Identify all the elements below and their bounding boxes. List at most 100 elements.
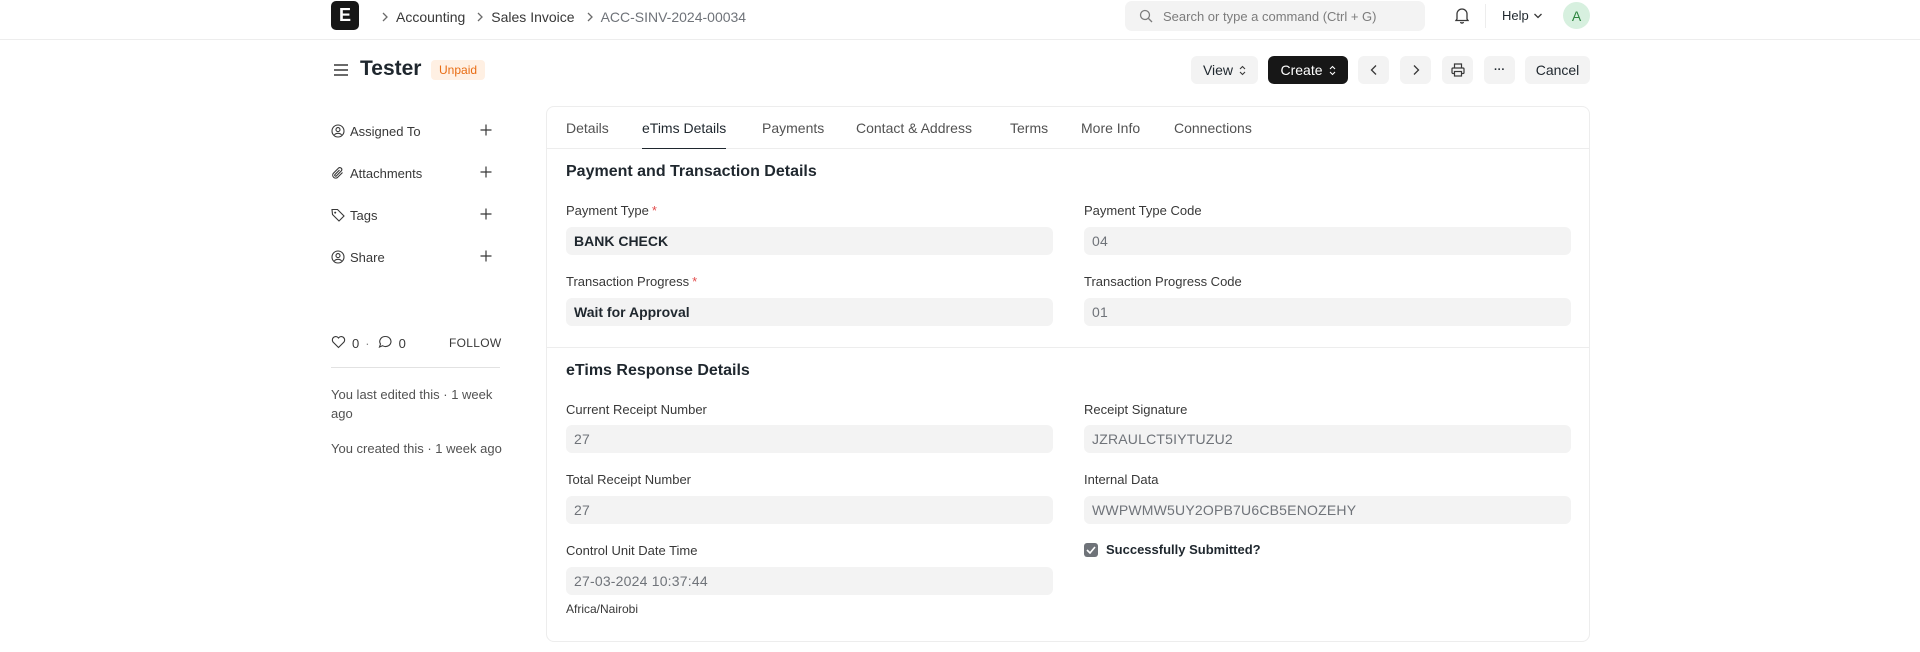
activity-last-edited: You last edited this · 1 week ago bbox=[331, 387, 493, 421]
comment-icon[interactable] bbox=[378, 335, 393, 352]
required-mark: * bbox=[651, 203, 657, 218]
hamburger-menu-icon[interactable] bbox=[333, 62, 349, 81]
tab-more-info[interactable]: More Info bbox=[1081, 120, 1140, 149]
add-attachment-icon[interactable] bbox=[478, 164, 494, 180]
cancel-button-label: Cancel bbox=[1535, 62, 1580, 78]
breadcrumb: Accounting Sales Invoice ACC-SINV-2024-0… bbox=[370, 8, 746, 25]
payment-type-code-label: Payment Type Code bbox=[1084, 203, 1202, 218]
breadcrumb-sales-invoice[interactable]: Sales Invoice bbox=[491, 9, 574, 25]
section-title-payment: Payment and Transaction Details bbox=[566, 163, 817, 180]
sidebar-item-label: Share bbox=[350, 249, 385, 265]
payment-type-field[interactable]: BANK CHECK bbox=[566, 227, 1053, 255]
payment-type-label: Payment Type * bbox=[566, 203, 657, 218]
notification-bell-icon[interactable] bbox=[1454, 7, 1470, 27]
transaction-progress-code-label: Transaction Progress Code bbox=[1084, 274, 1242, 289]
sidebar-item-share[interactable]: Share bbox=[331, 248, 501, 266]
comments-count: 0 bbox=[398, 336, 406, 351]
assign-icon bbox=[331, 124, 345, 138]
sort-caret-icon bbox=[1239, 65, 1246, 76]
current-receipt-label: Current Receipt Number bbox=[566, 402, 707, 417]
tag-icon bbox=[331, 208, 345, 222]
avatar[interactable]: A bbox=[1563, 2, 1590, 29]
sidebar-item-label: Assigned To bbox=[350, 123, 421, 139]
control-unit-datetime-field[interactable]: 27-03-2024 10:37:44 bbox=[566, 567, 1053, 595]
page-title: Tester bbox=[360, 57, 422, 80]
chevron-right-icon bbox=[586, 12, 594, 22]
create-button-label: Create bbox=[1280, 62, 1323, 78]
navbar-divider bbox=[1485, 4, 1486, 28]
internal-data-label: Internal Data bbox=[1084, 472, 1159, 487]
paperclip-icon bbox=[331, 166, 345, 180]
tab-payments[interactable]: Payments bbox=[762, 120, 824, 149]
help-menu[interactable]: Help bbox=[1502, 8, 1543, 23]
section-title-response: eTims Response Details bbox=[566, 362, 750, 379]
add-assignee-icon[interactable] bbox=[478, 122, 494, 138]
help-label: Help bbox=[1502, 8, 1529, 23]
label-text: Payment Type bbox=[566, 203, 649, 218]
label-text: Transaction Progress bbox=[566, 274, 690, 289]
dot-separator: · bbox=[365, 336, 370, 351]
search-placeholder: Search or type a command (Ctrl + G) bbox=[1163, 8, 1377, 24]
create-button[interactable]: Create bbox=[1268, 56, 1348, 84]
cancel-button[interactable]: Cancel bbox=[1525, 56, 1590, 84]
navbar: E Accounting Sales Invoice ACC-SINV-2024… bbox=[0, 0, 1920, 40]
chevron-right-icon bbox=[476, 12, 484, 22]
internal-data-field[interactable]: WWPWMW5UY2OPB7U6CB5ENOZEHY bbox=[1084, 496, 1571, 524]
receipt-signature-label: Receipt Signature bbox=[1084, 402, 1188, 417]
total-receipt-label: Total Receipt Number bbox=[566, 472, 691, 487]
checkbox-checked-icon bbox=[1084, 542, 1098, 557]
required-mark: * bbox=[692, 274, 698, 289]
more-actions-label: ··· bbox=[1494, 64, 1505, 76]
chevron-right-icon bbox=[381, 12, 389, 22]
likes-count: 0 bbox=[352, 336, 360, 351]
sidebar-divider bbox=[331, 367, 500, 368]
payment-type-code-field[interactable]: 04 bbox=[1084, 227, 1571, 255]
add-tag-icon[interactable] bbox=[478, 206, 494, 222]
form-card: Details eTims Details Payments Contact &… bbox=[546, 106, 1590, 642]
share-icon bbox=[331, 250, 345, 264]
previous-doc-button[interactable] bbox=[1358, 56, 1389, 84]
sidebar-item-attachments[interactable]: Attachments bbox=[331, 164, 501, 182]
transaction-progress-code-field[interactable]: 01 bbox=[1084, 298, 1571, 326]
view-button-label: View bbox=[1202, 62, 1234, 78]
control-unit-datetime-label: Control Unit Date Time bbox=[566, 543, 698, 558]
successfully-submitted-checkbox[interactable]: Successfully Submitted? bbox=[1084, 542, 1261, 557]
view-button[interactable]: View bbox=[1191, 56, 1258, 84]
chevron-right-icon bbox=[1413, 65, 1419, 75]
breadcrumb-current-doc[interactable]: ACC-SINV-2024-00034 bbox=[601, 9, 747, 25]
tab-connections[interactable]: Connections bbox=[1174, 120, 1252, 149]
tab-details[interactable]: Details bbox=[566, 120, 609, 149]
activity-created: You created this · 1 week ago bbox=[331, 441, 502, 456]
receipt-signature-field[interactable]: JZRAULCT5IYTUZU2 bbox=[1084, 425, 1571, 453]
sidebar-item-label: Tags bbox=[350, 207, 378, 223]
sidebar-item-label: Attachments bbox=[350, 165, 423, 181]
successfully-submitted-label: Successfully Submitted? bbox=[1106, 542, 1261, 557]
next-doc-button[interactable] bbox=[1400, 56, 1431, 84]
add-share-icon[interactable] bbox=[478, 248, 494, 264]
follow-button[interactable]: FOLLOW bbox=[449, 336, 501, 350]
chevron-down-icon bbox=[1533, 13, 1542, 18]
tab-etims-details[interactable]: eTims Details bbox=[642, 120, 727, 149]
current-receipt-field[interactable]: 27 bbox=[566, 425, 1053, 453]
transaction-progress-field[interactable]: Wait for Approval bbox=[566, 298, 1053, 326]
printer-icon bbox=[1450, 63, 1465, 77]
total-receipt-field[interactable]: 27 bbox=[566, 496, 1053, 524]
more-actions-button[interactable]: ··· bbox=[1484, 56, 1515, 84]
tab-contact-address[interactable]: Contact & Address bbox=[856, 120, 972, 149]
transaction-progress-label: Transaction Progress * bbox=[566, 274, 697, 289]
search-icon bbox=[1139, 9, 1153, 23]
sort-caret-icon bbox=[1329, 65, 1336, 76]
search-input[interactable]: Search or type a command (Ctrl + G) bbox=[1125, 1, 1425, 31]
print-button[interactable] bbox=[1442, 56, 1473, 84]
form-tabs: Details eTims Details Payments Contact &… bbox=[547, 107, 1589, 149]
breadcrumb-accounting[interactable]: Accounting bbox=[396, 9, 465, 25]
timezone-label: Africa/Nairobi bbox=[566, 602, 639, 616]
sidebar-item-tags[interactable]: Tags bbox=[331, 206, 501, 224]
status-badge: Unpaid bbox=[431, 60, 486, 80]
chevron-left-icon bbox=[1370, 65, 1376, 75]
heart-icon[interactable] bbox=[331, 335, 346, 352]
likes-comments: 0 · 0 bbox=[331, 335, 412, 352]
tab-terms[interactable]: Terms bbox=[1010, 120, 1048, 149]
app-logo[interactable]: E bbox=[331, 1, 359, 30]
sidebar-item-assigned-to[interactable]: Assigned To bbox=[331, 122, 501, 140]
